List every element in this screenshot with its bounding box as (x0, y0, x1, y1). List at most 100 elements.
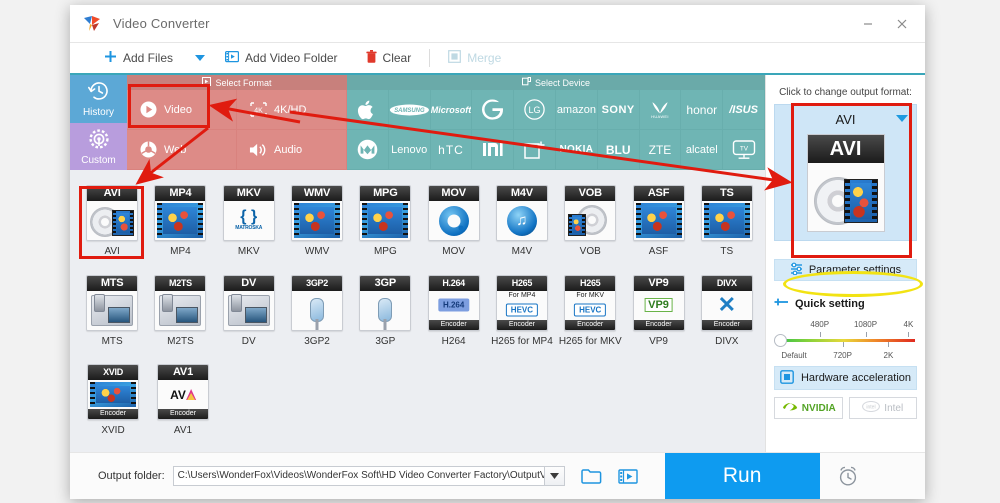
category-video[interactable]: Video (127, 90, 237, 130)
device-lg[interactable]: LG (514, 90, 556, 130)
format-vp9[interactable]: VP9 VP9 Encoder VP9 (624, 269, 692, 359)
gpu-intel-button[interactable]: intel Intel (848, 397, 917, 419)
output-format-selector[interactable]: AVI AVI (774, 104, 917, 241)
category-web[interactable]: Web (127, 130, 237, 170)
quality-slider[interactable]: 480P 1080P 4K Default 720P 2K (774, 320, 917, 360)
device-blu[interactable]: BLU (597, 130, 640, 170)
format-xvid-cap: XVID (88, 365, 138, 381)
format-h264[interactable]: H.264 H.264 Encoder H264 (419, 269, 487, 359)
format-av1[interactable]: AV1 AV Encoder AV1 (148, 358, 218, 448)
run-button[interactable]: Run (664, 453, 820, 499)
quick-setting-header: Quick setting (774, 297, 917, 310)
hardware-acceleration-label: Hardware acceleration (800, 372, 912, 384)
category-video-label: Video (164, 103, 192, 116)
select-device-header: Select Device (347, 75, 765, 90)
device-alcatel-label: alcatel (685, 143, 718, 156)
add-files-button[interactable]: Add Files (96, 45, 181, 71)
format-mts[interactable]: MTS MTS (78, 269, 146, 359)
device-google[interactable] (472, 90, 515, 130)
device-lenovo[interactable]: Lenovo (388, 130, 431, 170)
device-asus-label: /ISUS (729, 103, 758, 116)
format-vob-cap: VOB (565, 186, 616, 201)
sidebar-item-custom[interactable]: Custom (70, 122, 127, 170)
format-vob-label: VOB (579, 246, 601, 257)
device-asus[interactable]: /ISUS (723, 90, 765, 130)
device-xiaomi[interactable] (472, 130, 515, 170)
format-mov[interactable]: MOV MOV (419, 179, 487, 269)
format-asf[interactable]: ASF ASF (624, 179, 692, 269)
device-nokia[interactable]: NOKIA (555, 130, 598, 170)
output-folder-dropdown[interactable] (544, 466, 565, 486)
parameter-settings-label: Parameter settings (808, 264, 902, 276)
device-motorola[interactable] (347, 130, 389, 170)
format-mp4[interactable]: MP4 MP4 (146, 179, 214, 269)
format-wmv-cap: WMV (292, 186, 343, 201)
format-h265-mp4[interactable]: H265 For MP4 HEVC Encoder H265 for MP4 (488, 269, 556, 359)
svg-text:intel: intel (867, 405, 876, 411)
device-microsoft[interactable]: Microsoft (430, 90, 473, 130)
format-xvid-label: XVID (101, 425, 125, 437)
device-honor[interactable]: honor (681, 90, 724, 130)
format-ts[interactable]: TS TS (693, 179, 761, 269)
device-sony[interactable]: SONY (597, 90, 640, 130)
device-zte[interactable]: ZTE (639, 130, 682, 170)
clear-button[interactable]: Clear (358, 45, 420, 71)
svg-text:4K: 4K (254, 108, 263, 115)
device-apple[interactable] (347, 90, 389, 130)
category-audio[interactable]: Audio (237, 130, 347, 170)
format-h265-mkv[interactable]: H265 For MKV HEVC Encoder H265 for MKV (556, 269, 624, 359)
hardware-acceleration-button[interactable]: Hardware acceleration (774, 366, 917, 390)
device-add[interactable] (514, 130, 556, 170)
format-vp9-encoder: Encoder (633, 319, 684, 330)
category-4khd[interactable]: 4K 4K/HD (237, 90, 347, 130)
plus-minus-icon (774, 297, 789, 310)
format-xvid-encoder: Encoder (88, 409, 138, 420)
preview-video-button[interactable] (617, 468, 638, 485)
output-folder-input[interactable]: C:\Users\WonderFox\Videos\WonderFox Soft… (172, 466, 545, 486)
alarm-clock-button[interactable] (820, 453, 876, 499)
device-htc[interactable]: hTC (430, 130, 473, 170)
format-dv[interactable]: DV DV (215, 269, 283, 359)
add-files-dropdown-icon[interactable] (195, 55, 206, 61)
device-tv[interactable]: TV (723, 130, 765, 170)
format-h265-mkv-label: H265 for MKV (558, 335, 622, 347)
format-avi[interactable]: AVI AVI (78, 179, 146, 269)
minimize-button[interactable] (851, 11, 885, 37)
parameter-settings-button[interactable]: Parameter settings (774, 259, 917, 281)
device-lenovo-label: Lenovo (391, 143, 428, 156)
browse-folder-button[interactable] (580, 468, 602, 485)
format-avi-cap: AVI (87, 186, 138, 201)
slider-handle[interactable] (774, 334, 787, 347)
svg-text:TV: TV (739, 145, 748, 152)
caret-down-icon[interactable] (896, 115, 908, 122)
device-amazon[interactable]: amazon (555, 90, 598, 130)
format-divx[interactable]: DIVX ✕ Encoder DIVX (693, 269, 761, 359)
gpu-nvidia-button[interactable]: NVIDIA (774, 397, 843, 419)
device-alcatel[interactable]: alcatel (681, 130, 724, 170)
nvidia-logo-icon (781, 401, 798, 416)
format-h264-badge: H.264 (437, 298, 470, 312)
format-wmv[interactable]: WMV WMV (283, 179, 351, 269)
format-h265-mkv-sub: For MKV (565, 290, 616, 300)
format-3gp2[interactable]: 3GP2 3GP2 (283, 269, 351, 359)
close-button[interactable] (885, 11, 919, 37)
window-controls (851, 11, 919, 37)
play-circle-icon (139, 101, 157, 119)
format-xvid[interactable]: XVID Encoder XVID (78, 358, 148, 448)
format-m4v[interactable]: M4V ♫ M4V (488, 179, 556, 269)
device-huawei[interactable]: HUAWEI (639, 90, 682, 130)
format-h264-encoder: Encoder (428, 319, 479, 330)
format-mkv[interactable]: MKV{ } MATROSKA MKV (215, 179, 283, 269)
format-m2ts[interactable]: M2TS M2TS (146, 269, 214, 359)
format-vob[interactable]: VOB VOB (556, 179, 624, 269)
format-mpg[interactable]: MPG MPG (351, 179, 419, 269)
format-3gp[interactable]: 3GP 3GP (351, 269, 419, 359)
left-column: History Custom Select Format Select Devi… (70, 75, 765, 452)
category-4khd-label: 4K/HD (274, 103, 307, 116)
add-video-folder-button[interactable]: Add Video Folder (217, 45, 346, 71)
select-format-label: Select Format (215, 77, 272, 88)
merge-button[interactable]: Merge (440, 45, 509, 71)
sidebar-item-history[interactable]: History (70, 75, 127, 123)
format-mkv-cap: MKV (223, 186, 274, 201)
device-samsung[interactable]: SAMSUNG (388, 90, 431, 130)
